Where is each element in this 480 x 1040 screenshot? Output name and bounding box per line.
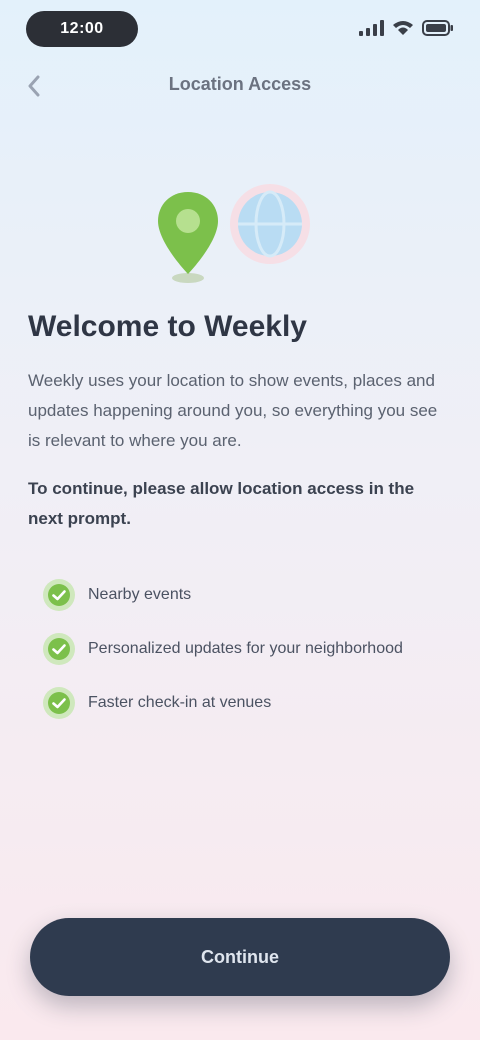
- check-circle-icon: [43, 687, 75, 719]
- nav-bar: Location Access: [0, 66, 480, 106]
- globe-icon: [230, 184, 310, 264]
- wifi-icon: [393, 21, 413, 35]
- list-item: Faster check-in at venues: [42, 676, 440, 730]
- benefit-label: Faster check-in at venues: [88, 694, 272, 711]
- signal-icon: [359, 20, 384, 36]
- status-icons: [358, 20, 454, 36]
- check-circle-icon: [43, 633, 75, 665]
- check-circle-icon: [43, 579, 75, 611]
- page-title: Location Access: [168, 74, 312, 94]
- benefit-label: Personalized updates for your neighborho…: [88, 640, 403, 657]
- status-bar: 12:00: [0, 0, 480, 62]
- list-item: Nearby events: [42, 568, 440, 622]
- benefit-label: Nearby events: [88, 586, 192, 603]
- continue-button[interactable]: Continue: [30, 918, 450, 996]
- location-pin-icon: [158, 192, 218, 283]
- permission-text: To continue, please allow location acces…: [28, 479, 415, 528]
- chevron-left-icon: [28, 75, 40, 97]
- list-item: Personalized updates for your neighborho…: [42, 622, 440, 676]
- welcome-title: Welcome to Weekly: [28, 310, 307, 343]
- status-time: 12:00: [26, 11, 138, 47]
- intro-text: Weekly uses your location to show events…: [28, 371, 438, 450]
- back-button[interactable]: [18, 70, 50, 102]
- battery-icon: [422, 20, 453, 36]
- benefit-list: Nearby events Personalized updates for y…: [42, 568, 440, 730]
- hero-illustration: [0, 160, 480, 290]
